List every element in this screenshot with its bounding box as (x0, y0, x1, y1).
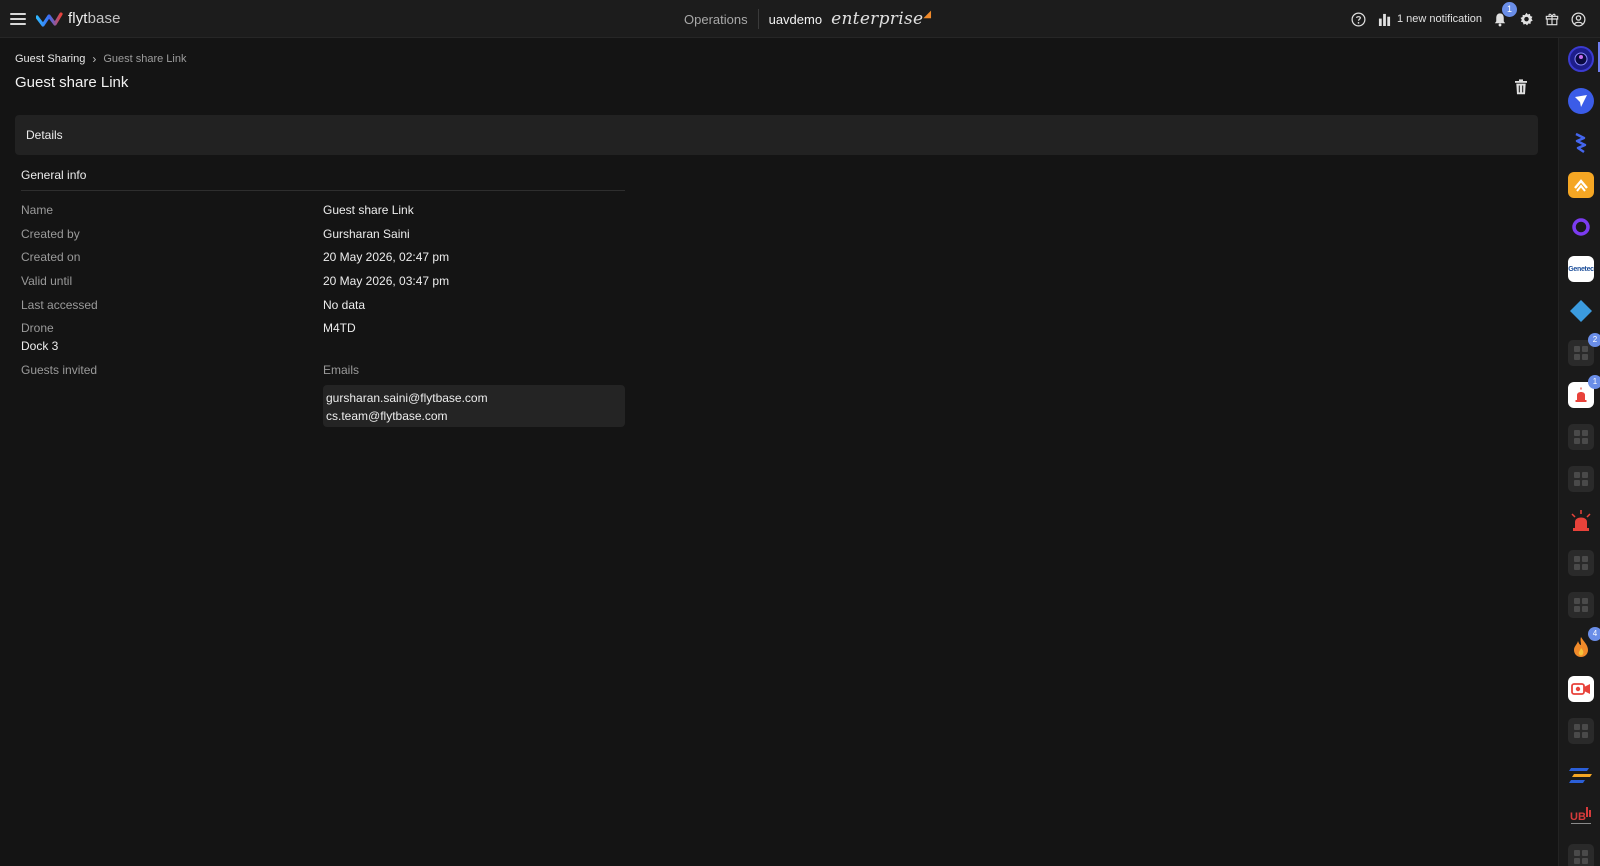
diamond-app-icon (1570, 300, 1592, 322)
bolt-stack-icon (1575, 132, 1587, 153)
rail-badge: 4 (1588, 627, 1600, 641)
stripes-app-icon (1569, 768, 1592, 783)
trash-icon[interactable] (1514, 79, 1528, 95)
rail-app-genetec[interactable]: Genetec (1568, 256, 1594, 282)
last-accessed-value: No data (323, 298, 366, 312)
rail-app-alarm[interactable]: 1 (1568, 375, 1600, 408)
guests-invited-label: Guests invited (21, 363, 98, 377)
rail-app-14[interactable] (1568, 592, 1594, 618)
nav-divider (757, 9, 759, 29)
valid-until-value: 20 May 2026, 03:47 pm (323, 274, 450, 288)
created-on-label: Created on (21, 250, 81, 264)
rail-app-18[interactable] (1568, 760, 1594, 786)
rail-app-8[interactable]: 2 (1568, 333, 1600, 366)
operations-link[interactable]: Operations (684, 12, 758, 27)
gear-icon[interactable] (1518, 11, 1534, 27)
user-circle-icon[interactable] (1570, 11, 1586, 27)
breadcrumb-current: Guest share Link (103, 53, 187, 65)
siren-icon (1571, 510, 1591, 531)
flytbase-logo[interactable]: flytbase (36, 10, 121, 27)
rail-app-2[interactable] (1568, 88, 1594, 114)
notification-text[interactable]: 1 new notification (1397, 13, 1482, 25)
rail-app-siren[interactable] (1568, 508, 1594, 534)
top-right-actions: 1 new notification 1 (1350, 0, 1586, 38)
main-content: Guest Sharing › Guest share Link Guest s… (0, 38, 1558, 866)
rail-app-20[interactable] (1568, 844, 1594, 866)
ring-app-icon (1572, 218, 1590, 236)
rail-app-11[interactable] (1568, 466, 1594, 492)
emails-label: Emails (323, 363, 360, 377)
email-item: gursharan.saini@flytbase.com (326, 391, 488, 405)
rail-app-5[interactable] (1568, 214, 1594, 240)
rail-app-4[interactable] (1568, 172, 1594, 198)
details-section-header[interactable]: Details (15, 115, 1538, 155)
page-title: Guest share Link (15, 74, 129, 91)
app-grid-icon (1568, 466, 1594, 492)
rail-app-19[interactable]: UB (1568, 802, 1594, 828)
breadcrumb-separator: › (92, 52, 97, 66)
rail-app-3[interactable] (1568, 130, 1594, 156)
details-section-title: Details (26, 128, 63, 142)
dock-name: Dock 3 (21, 339, 59, 353)
general-info-divider (21, 190, 625, 191)
rail-app-video[interactable] (1568, 676, 1594, 702)
video-camera-icon (1571, 683, 1590, 695)
top-bar: flytbase Operations uavdemo enterprise◢ … (0, 0, 1600, 38)
rail-badge: 1 (1588, 375, 1600, 389)
logo-wordmark: flytbase (68, 10, 121, 27)
breadcrumb-guest-sharing[interactable]: Guest Sharing (15, 53, 85, 65)
name-value: Guest share Link (323, 203, 414, 217)
bell-icon[interactable]: 1 (1492, 2, 1517, 27)
bar-chart-icon[interactable] (1376, 11, 1392, 27)
flame-icon (1574, 637, 1588, 657)
rail-app-fire[interactable]: 4 (1568, 627, 1600, 660)
globe-app-icon (1574, 52, 1588, 66)
organization-name[interactable]: uavdemo (769, 12, 822, 27)
genetec-logo: Genetec (1568, 265, 1594, 273)
created-by-label: Created by (21, 227, 80, 241)
created-on-value: 20 May 2026, 02:47 pm (323, 250, 450, 264)
app-grid-icon (1568, 592, 1594, 618)
last-accessed-label: Last accessed (21, 298, 98, 312)
rail-badge: 2 (1588, 333, 1600, 347)
app-grid-icon (1568, 424, 1594, 450)
valid-until-label: Valid until (21, 274, 73, 288)
plan-badge: enterprise◢ (831, 9, 932, 29)
siren-icon (1575, 387, 1587, 402)
general-info-heading: General info (21, 168, 87, 182)
brand-logo-icon: UB (1570, 807, 1591, 824)
rail-app-7[interactable] (1568, 298, 1594, 324)
rail-app-17[interactable] (1568, 718, 1594, 744)
app-grid-icon (1568, 844, 1594, 866)
drone-value: M4TD (323, 321, 356, 335)
gift-icon[interactable] (1544, 11, 1560, 27)
email-item: cs.team@flytbase.com (326, 409, 448, 423)
notification-badge: 1 (1502, 2, 1517, 17)
app-grid-icon (1568, 550, 1594, 576)
rail-app-1[interactable] (1568, 46, 1594, 72)
name-label: Name (21, 203, 54, 217)
rail-app-10[interactable] (1568, 424, 1594, 450)
created-by-value: Gursharan Saini (323, 227, 410, 241)
flytbase-logo-mark-icon (36, 11, 63, 27)
integrations-rail: Genetec 2 1 4 UB (1558, 38, 1600, 866)
breadcrumb: Guest Sharing › Guest share Link (15, 52, 186, 66)
hamburger-icon[interactable] (10, 13, 26, 25)
app-grid-icon (1568, 718, 1594, 744)
drone-label: Drone (21, 321, 54, 335)
paper-plane-icon (1575, 95, 1587, 107)
chevron-up-app-icon (1574, 179, 1588, 192)
workspace-nav: Operations uavdemo enterprise◢ (684, 0, 931, 38)
emails-list: gursharan.saini@flytbase.com cs.team@fly… (323, 385, 625, 427)
rail-app-13[interactable] (1568, 550, 1594, 576)
help-circle-icon[interactable] (1350, 11, 1366, 27)
svg-text:UB: UB (1570, 811, 1586, 823)
